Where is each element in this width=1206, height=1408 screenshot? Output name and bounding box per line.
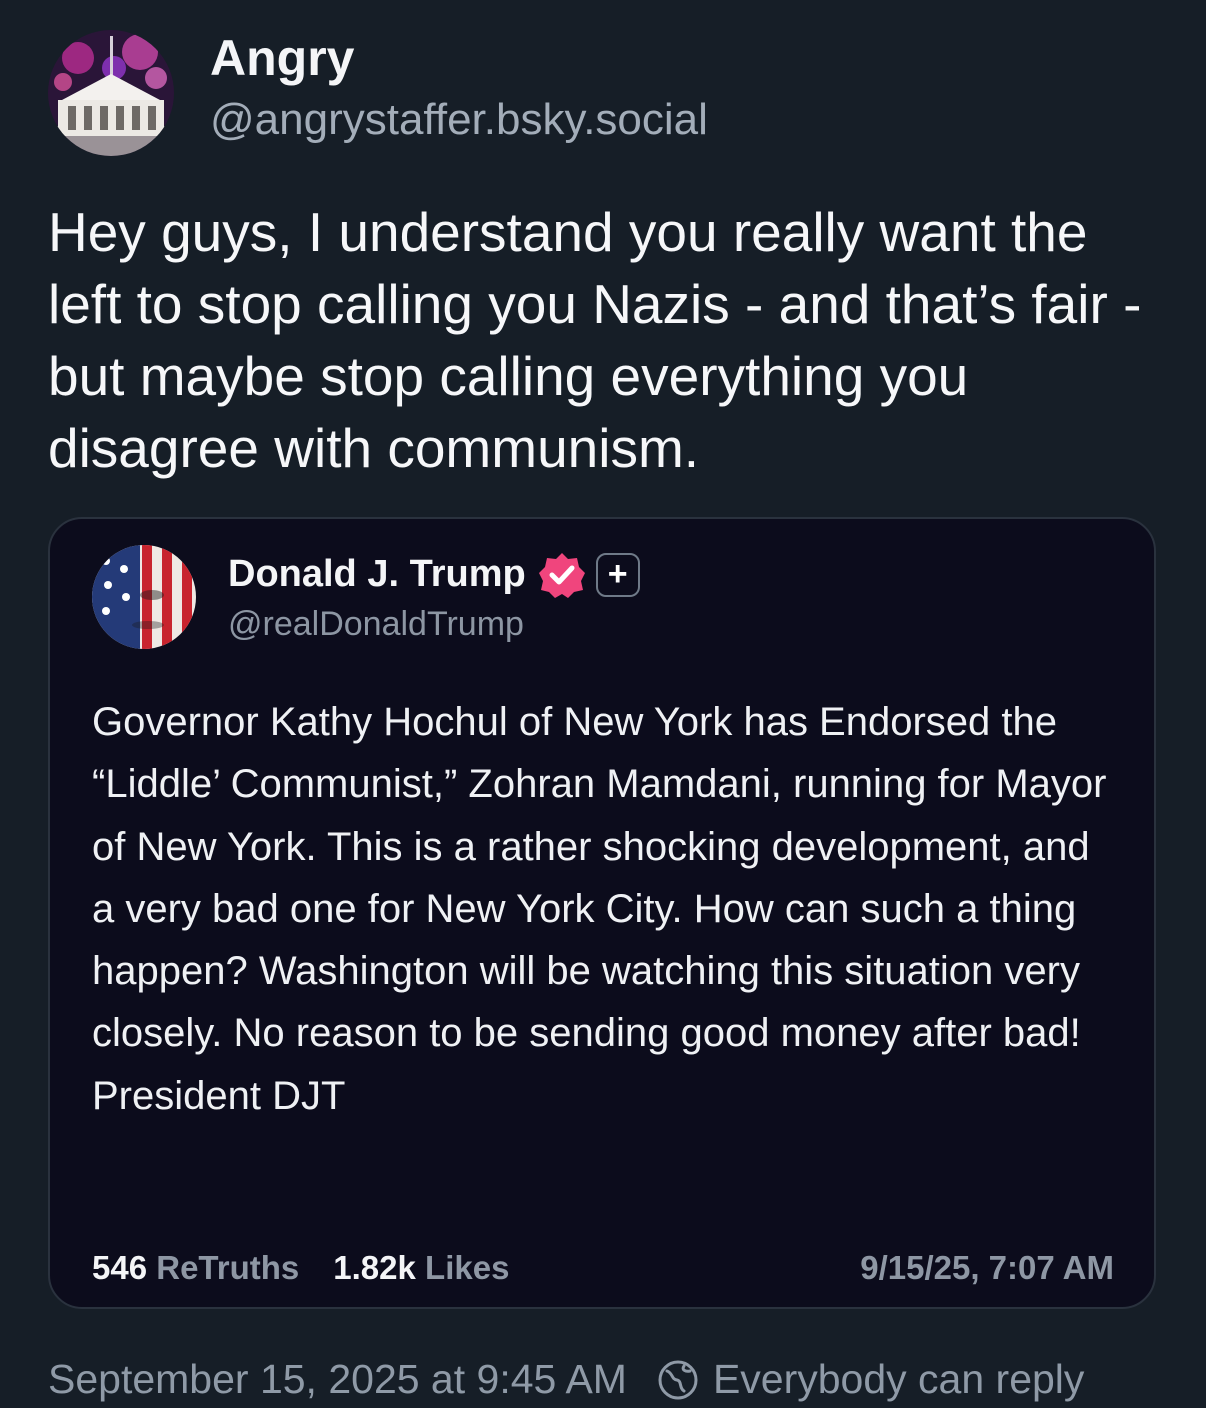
retruths-label: ReTruths <box>156 1249 300 1286</box>
reply-settings[interactable]: Everybody can reply <box>657 1356 1084 1403</box>
post-timestamp[interactable]: September 15, 2025 at 9:45 AM <box>48 1356 627 1403</box>
author-handle[interactable]: @angrystaffer.bsky.social <box>210 91 708 148</box>
author-block: Angry @angrystaffer.bsky.social <box>210 30 708 149</box>
quote-author-handle[interactable]: @realDonaldTrump <box>228 605 640 644</box>
plus-badge-icon[interactable]: + <box>595 552 640 597</box>
post-footer: September 15, 2025 at 9:45 AM Everybody … <box>48 1356 1084 1403</box>
likes-label: Likes <box>425 1249 510 1286</box>
quote-timestamp[interactable]: 9/15/25, 7:07 AM <box>860 1249 1114 1287</box>
quote-header: Donald J. Trump + @realDonaldTrump <box>92 545 640 649</box>
flag-face-avatar-icon <box>92 545 196 649</box>
globe-icon <box>658 1360 698 1399</box>
quote-avatar[interactable] <box>92 545 196 649</box>
avatar[interactable] <box>48 30 174 156</box>
quote-card[interactable]: Donald J. Trump + @realDonaldTrump Gover… <box>48 517 1156 1309</box>
verified-badge-icon <box>538 552 585 598</box>
quote-stats: 546 ReTruths 1.82k Likes 9/15/25, 7:07 A… <box>92 1249 1114 1287</box>
likes-count: 1.82k <box>333 1249 416 1286</box>
likes-stat[interactable]: 1.82k Likes <box>333 1249 509 1287</box>
reply-setting-label: Everybody can reply <box>712 1356 1085 1402</box>
white-house-fireworks-avatar-icon <box>48 30 174 156</box>
quote-author-display-name[interactable]: Donald J. Trump <box>228 552 526 598</box>
quote-text: Governor Kathy Hochul of New York has En… <box>92 700 1107 1118</box>
author-display-name[interactable]: Angry <box>210 30 708 88</box>
post-header: Angry @angrystaffer.bsky.social <box>48 30 708 156</box>
retruths-count: 546 <box>92 1249 148 1286</box>
quote-name-row: Donald J. Trump + <box>228 551 640 599</box>
post-text: Hey guys, I understand you really want t… <box>48 201 1142 479</box>
quote-author-block: Donald J. Trump + @realDonaldTrump <box>228 551 640 644</box>
retruths-stat[interactable]: 546 ReTruths <box>92 1249 299 1287</box>
